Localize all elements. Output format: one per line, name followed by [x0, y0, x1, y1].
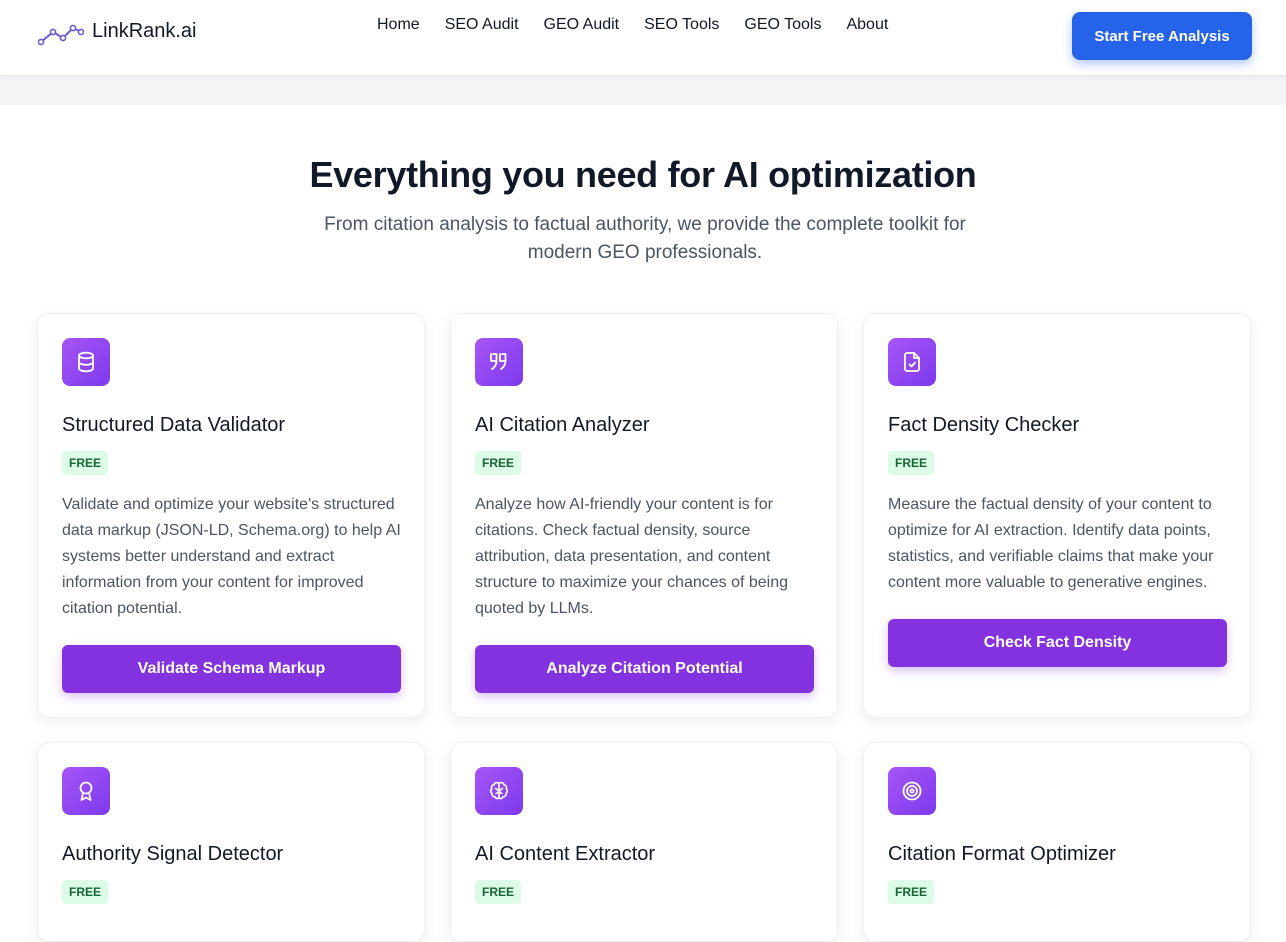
- card-description: Analyze how AI-friendly your content is …: [475, 496, 789, 617]
- free-badge: FREE: [475, 880, 522, 904]
- tool-card-ai-citation-analyzer: AI Citation Analyzer FREE Analyze how AI…: [450, 313, 838, 718]
- tool-card-citation-format-optimizer: Citation Format Optimizer FREE: [863, 742, 1251, 942]
- validate-schema-markup-button[interactable]: Validate Schema Markup: [62, 645, 401, 693]
- target-icon: [888, 767, 936, 815]
- card-title: Structured Data Validator: [62, 414, 286, 436]
- quote-icon: [475, 338, 523, 386]
- card-description: Measure the factual density of your cont…: [888, 496, 1214, 591]
- free-badge: FREE: [62, 880, 109, 904]
- section-title: Everything you need for AI optimization: [309, 154, 977, 195]
- card-title: AI Content Extractor: [475, 843, 656, 865]
- logo-text: LinkRank.ai: [92, 19, 197, 42]
- nav-home[interactable]: Home: [377, 15, 420, 35]
- main-nav: Home SEO Audit GEO Audit SEO Tools GEO T…: [377, 15, 913, 35]
- database-icon: [62, 338, 110, 386]
- nav-seo-tools[interactable]: SEO Tools: [644, 15, 719, 35]
- trend-line-icon: [38, 24, 84, 46]
- tool-card-authority-signal-detector: Authority Signal Detector FREE: [37, 742, 425, 942]
- card-title: Fact Density Checker: [888, 414, 1080, 436]
- free-badge: FREE: [62, 451, 109, 475]
- tool-card-fact-density-checker: Fact Density Checker FREE Measure the fa…: [863, 313, 1251, 718]
- nav-seo-audit[interactable]: SEO Audit: [445, 15, 519, 35]
- card-description: Validate and optimize your website's str…: [62, 496, 401, 617]
- logo[interactable]: LinkRank.ai: [38, 15, 197, 47]
- free-badge: FREE: [888, 880, 935, 904]
- brain-icon: [475, 767, 523, 815]
- check-fact-density-button[interactable]: Check Fact Density: [888, 619, 1227, 667]
- nav-geo-tools[interactable]: GEO Tools: [744, 15, 821, 35]
- start-free-analysis-button[interactable]: Start Free Analysis: [1072, 12, 1252, 60]
- award-icon: [62, 767, 110, 815]
- card-title: AI Citation Analyzer: [475, 414, 650, 436]
- card-title: Authority Signal Detector: [62, 843, 284, 865]
- header-band: [0, 76, 1286, 105]
- section-subtitle: From citation analysis to factual author…: [324, 214, 966, 263]
- tool-card-structured-data-validator: Structured Data Validator FREE Validate …: [37, 313, 425, 718]
- file-check-icon: [888, 338, 936, 386]
- tool-card-ai-content-extractor: AI Content Extractor FREE: [450, 742, 838, 942]
- site-header: LinkRank.ai Home SEO Audit GEO Audit SEO…: [0, 0, 1286, 76]
- free-badge: FREE: [888, 451, 935, 475]
- nav-geo-audit[interactable]: GEO Audit: [544, 15, 620, 35]
- free-badge: FREE: [475, 451, 522, 475]
- analyze-citation-potential-button[interactable]: Analyze Citation Potential: [475, 645, 814, 693]
- card-title: Citation Format Optimizer: [888, 843, 1116, 865]
- nav-about[interactable]: About: [846, 15, 888, 35]
